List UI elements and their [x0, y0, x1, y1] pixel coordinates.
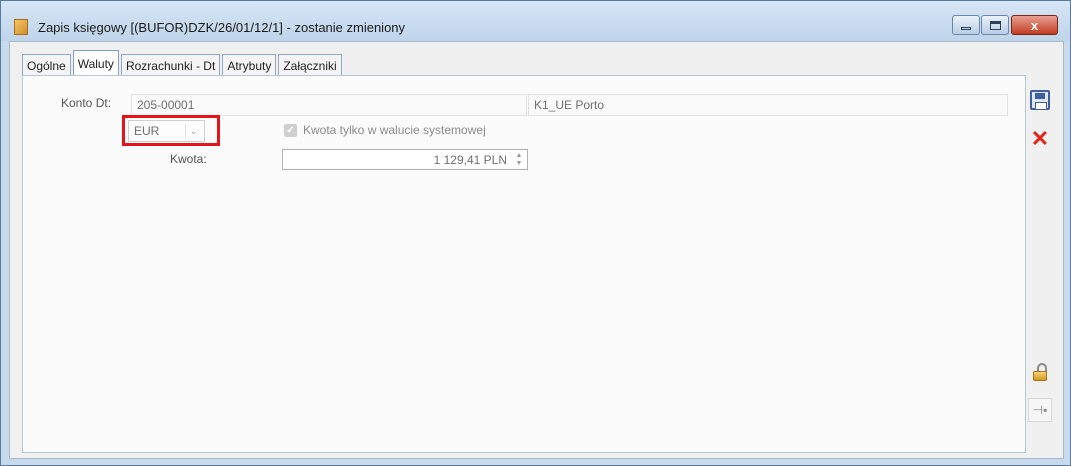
save-icon: [1030, 90, 1050, 110]
tab-ogolne[interactable]: Ogólne: [22, 54, 71, 76]
document-icon: [14, 19, 28, 35]
cancel-button[interactable]: ✕: [1028, 127, 1052, 151]
tab-zalaczniki[interactable]: Załączniki: [278, 54, 342, 76]
currency-select-value: EUR: [134, 124, 160, 138]
pin-icon: ⊣▪: [1032, 403, 1048, 417]
dialog-window: Zapis księgowy [(BUFOR)DZK/26/01/12/1] -…: [0, 0, 1071, 466]
system-currency-label: Kwota tylko w walucie systemowej: [303, 123, 486, 137]
kwota-label: Kwota:: [170, 152, 207, 166]
title-bar[interactable]: Zapis księgowy [(BUFOR)DZK/26/01/12/1] -…: [1, 1, 1070, 41]
tab-atrybuty[interactable]: Atrybuty: [222, 54, 277, 76]
tab-rozrachunki-dt[interactable]: Rozrachunki - Dt: [120, 54, 221, 76]
tab-waluty[interactable]: Waluty: [72, 50, 119, 76]
content-area: Ogólne Waluty Rozrachunki - Dt Atrybuty …: [9, 41, 1064, 459]
maximize-icon: [989, 20, 1001, 30]
minimize-button[interactable]: [952, 15, 980, 35]
unlock-icon: [1031, 363, 1049, 381]
system-currency-checkbox[interactable]: ✓: [284, 124, 297, 137]
currency-select[interactable]: EUR ⌄: [128, 120, 205, 142]
konto-name-field[interactable]: K1_UE Porto: [528, 94, 1008, 116]
kwota-value: 1 129,41 PLN: [433, 152, 507, 167]
maximize-button[interactable]: [981, 15, 1009, 35]
tab-panel-waluty: Konto Dt: 205-00001 K1_UE Porto EUR ⌄ ✓ …: [22, 75, 1026, 453]
close-icon: ✕: [1030, 126, 1050, 151]
close-window-button[interactable]: x: [1011, 15, 1058, 35]
kwota-field[interactable]: 1 129,41 PLN ▲ ▼: [282, 149, 528, 170]
chevron-down-icon[interactable]: ⌄: [185, 124, 201, 138]
minimize-icon: [961, 26, 971, 30]
window-title: Zapis księgowy [(BUFOR)DZK/26/01/12/1] -…: [38, 20, 406, 35]
konto-field[interactable]: 205-00001: [131, 94, 527, 116]
spinner-icon[interactable]: ▲ ▼: [513, 151, 525, 168]
lock-button[interactable]: [1028, 360, 1052, 384]
tab-strip: Ogólne Waluty Rozrachunki - Dt Atrybuty …: [22, 50, 344, 76]
konto-label: Konto Dt:: [61, 96, 112, 110]
save-button[interactable]: [1028, 88, 1052, 112]
pin-button[interactable]: ⊣▪: [1028, 398, 1052, 422]
